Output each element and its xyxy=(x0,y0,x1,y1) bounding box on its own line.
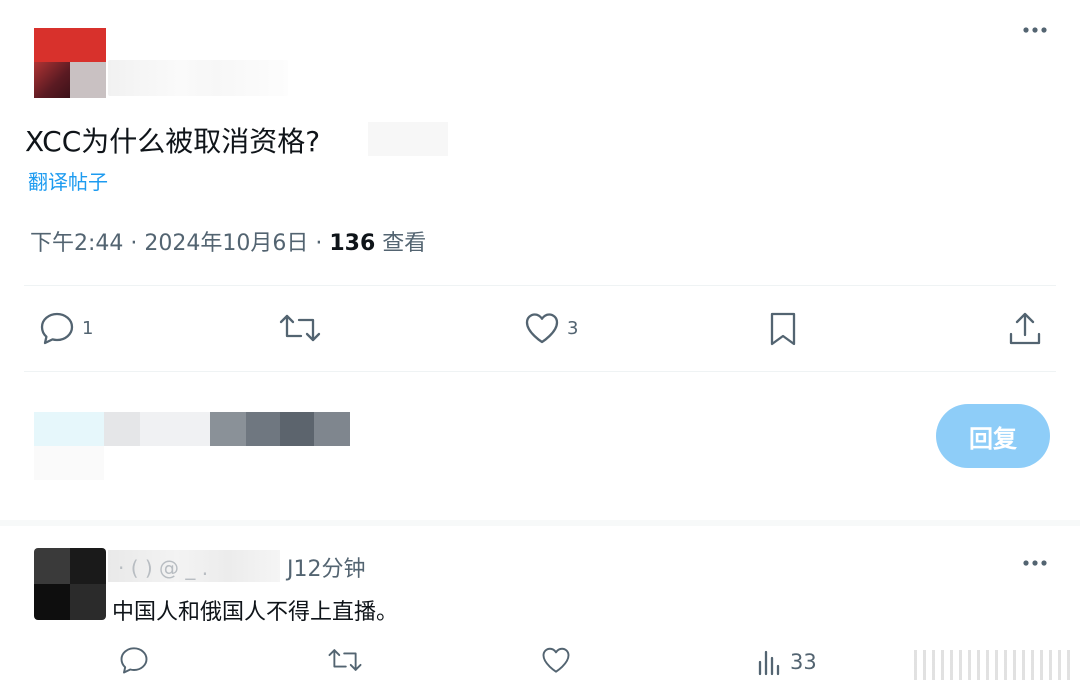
post-text: XCC为什么被取消资格? xyxy=(25,125,321,158)
view-count: 136 xyxy=(329,231,376,256)
comment-reply-action[interactable] xyxy=(118,645,150,675)
comment-text: 中国人和俄国人不得上直播。 xyxy=(112,600,399,625)
retweet-action[interactable] xyxy=(278,310,328,346)
reply-composer-redacted[interactable] xyxy=(34,412,350,446)
more-options-button[interactable] xyxy=(1020,20,1050,40)
share-action[interactable] xyxy=(1006,310,1044,348)
like-action[interactable]: 3 xyxy=(523,310,578,346)
heart-icon xyxy=(525,313,559,344)
comment-retweet-action[interactable] xyxy=(327,645,363,675)
reply-count: 1 xyxy=(82,317,94,339)
divider xyxy=(0,520,1080,526)
reply-action[interactable]: 1 xyxy=(38,310,93,346)
commenter-avatar[interactable] xyxy=(34,548,106,620)
bookmark-action[interactable] xyxy=(766,310,800,348)
heart-icon xyxy=(542,647,570,673)
comment-view-count: 33 xyxy=(790,650,817,674)
comment-timestamp[interactable]: J12分钟 xyxy=(287,551,365,583)
comment-views-action[interactable]: 33 xyxy=(756,648,817,676)
reply-composer-redacted-lower xyxy=(34,446,104,480)
view-label: 查看 xyxy=(375,231,427,256)
comment-like-action[interactable] xyxy=(540,645,572,675)
divider xyxy=(24,371,1056,372)
translate-post-link[interactable]: 翻译帖子 xyxy=(28,166,108,195)
divider xyxy=(24,285,1056,286)
comment-more-options-button[interactable] xyxy=(1020,553,1050,573)
post-timestamp[interactable]: 下午2:44 · 2024年10月6日 · xyxy=(30,231,329,256)
reply-bubble-icon xyxy=(120,647,148,674)
bookmark-icon xyxy=(770,312,796,346)
post-metadata: 下午2:44 · 2024年10月6日 · 136 查看 xyxy=(30,225,426,257)
share-icon xyxy=(1009,312,1041,345)
retweet-icon xyxy=(279,314,321,342)
reply-submit-button[interactable]: 回复 xyxy=(936,404,1050,468)
reply-bubble-icon xyxy=(40,312,74,345)
commenter-handle-faint: · ( ) @ _ . xyxy=(118,556,209,580)
analytics-bars-icon xyxy=(758,650,780,676)
like-count: 3 xyxy=(567,317,579,339)
author-avatar[interactable] xyxy=(34,28,106,98)
more-horizontal-icon xyxy=(1023,560,1047,566)
retweet-icon xyxy=(328,649,362,671)
watermark xyxy=(914,650,1070,680)
post-text-redacted xyxy=(368,122,448,156)
author-name-redacted xyxy=(108,60,288,96)
more-horizontal-icon xyxy=(1023,27,1047,33)
